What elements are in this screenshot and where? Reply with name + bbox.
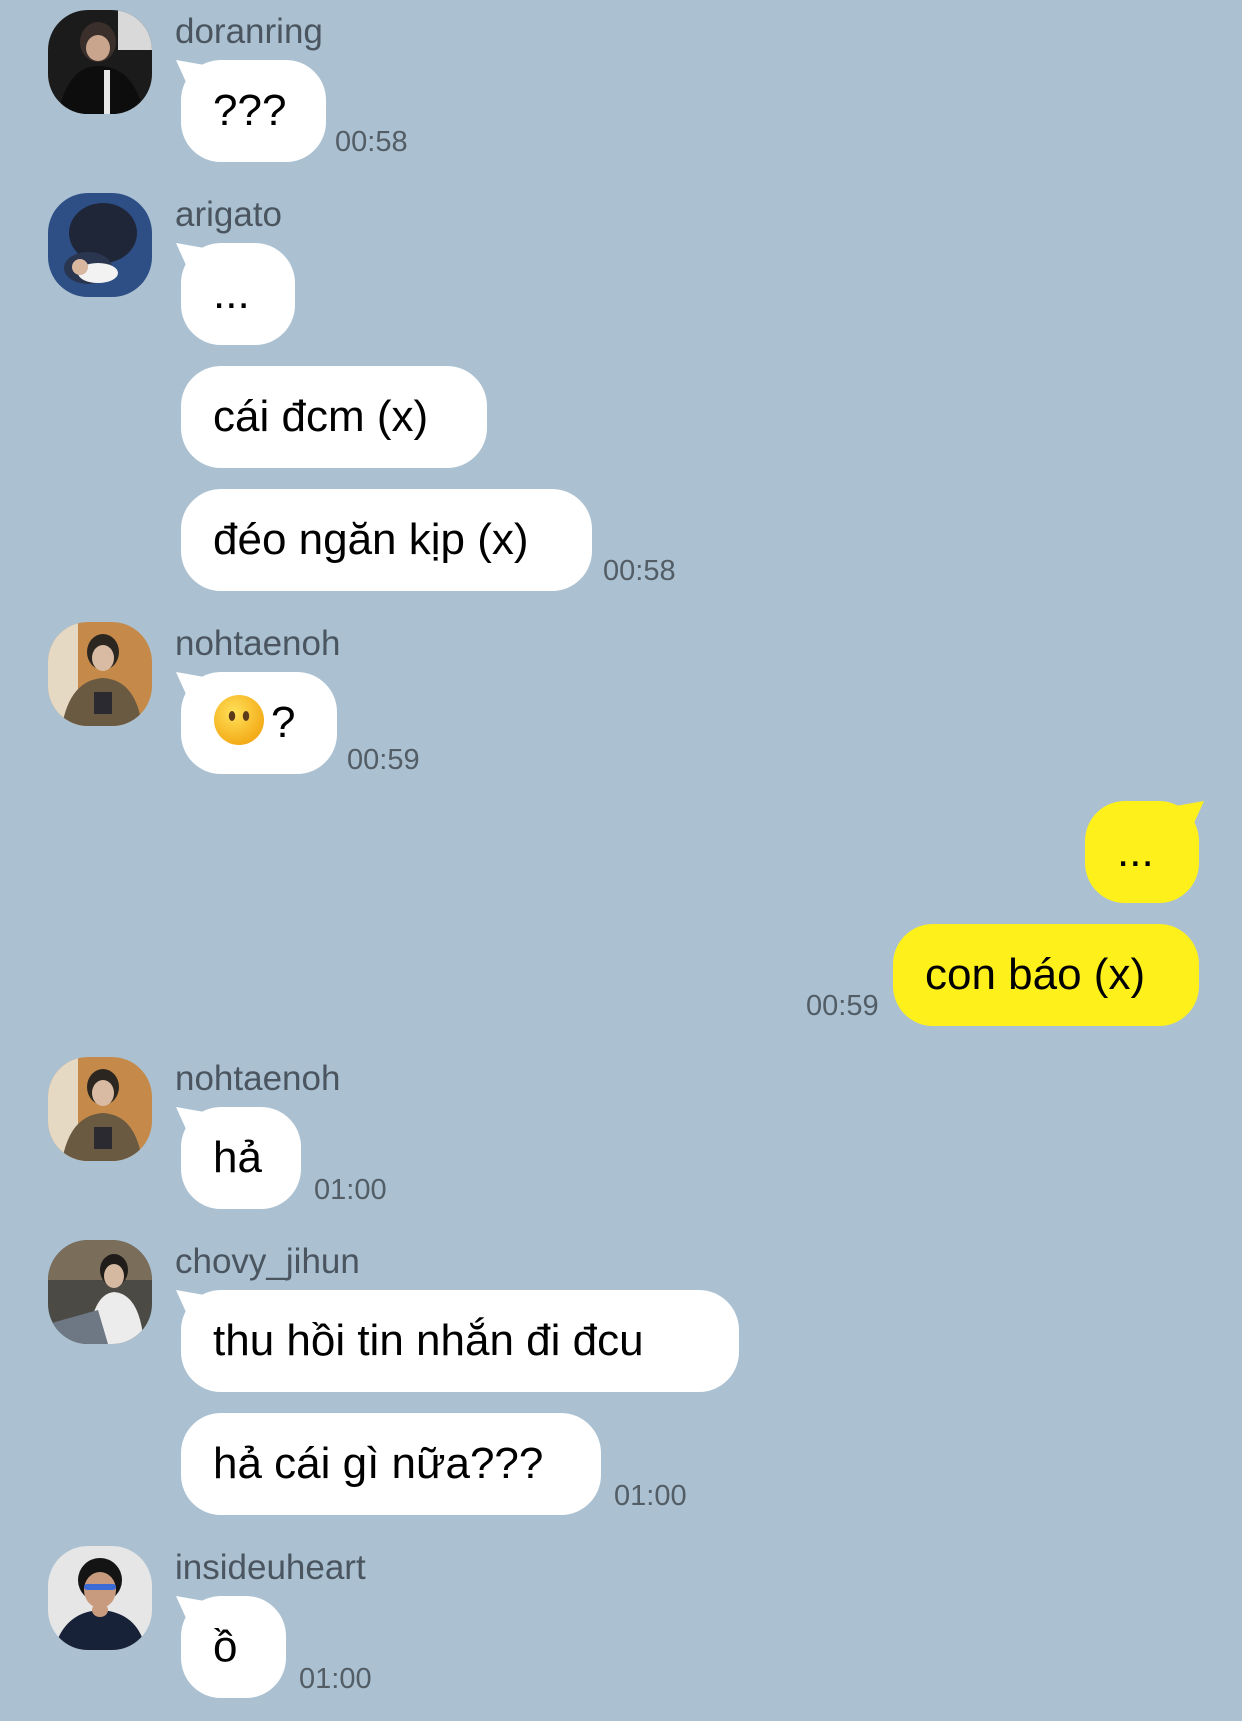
avatar-insideuheart[interactable]	[48, 1546, 152, 1650]
avatar-nohtaenoh[interactable]	[48, 1057, 152, 1161]
message-bubble[interactable]: ???	[181, 60, 326, 162]
sender-name: doranring	[175, 12, 323, 51]
sender-name: chovy_jihun	[175, 1242, 360, 1281]
message-bubble[interactable]: ?	[181, 672, 337, 774]
message-time: 01:00	[299, 1663, 372, 1695]
profile-photo-icon	[48, 1057, 152, 1161]
message-text: ?	[271, 698, 296, 747]
message-time: 00:58	[603, 555, 676, 587]
face-without-mouth-emoji	[214, 695, 264, 745]
profile-photo-icon	[48, 1546, 152, 1650]
avatar-arigato[interactable]	[48, 193, 152, 297]
avatar-doranring[interactable]	[48, 10, 152, 114]
message-bubble[interactable]: thu hồi tin nhắn đi đcu	[181, 1290, 739, 1392]
avatar-chovy_jihun[interactable]	[48, 1240, 152, 1344]
sender-name: nohtaenoh	[175, 624, 341, 663]
message-bubble[interactable]: cái đcm (x)	[181, 366, 487, 468]
sender-name: arigato	[175, 195, 283, 234]
message-time: 00:59	[347, 744, 420, 776]
message-time: 01:00	[614, 1480, 687, 1512]
message-bubble[interactable]: hả	[181, 1107, 301, 1209]
avatar-nohtaenoh[interactable]	[48, 622, 152, 726]
message-time: 00:59	[806, 990, 879, 1022]
profile-photo-icon	[48, 622, 152, 726]
sender-name: insideuheart	[175, 1548, 366, 1587]
message-bubble[interactable]: ...	[181, 243, 295, 345]
my-message-bubble[interactable]: ...	[1085, 801, 1199, 903]
my-message-bubble[interactable]: con báo (x)	[893, 924, 1199, 1026]
message-bubble[interactable]: hả cái gì nữa???	[181, 1413, 601, 1515]
message-bubble[interactable]: đéo ngăn kịp (x)	[181, 489, 592, 591]
message-time: 01:00	[314, 1174, 387, 1206]
profile-photo-icon	[48, 1240, 152, 1344]
profile-photo-icon	[48, 193, 152, 297]
message-time: 00:58	[335, 126, 408, 158]
sender-name: nohtaenoh	[175, 1059, 341, 1098]
message-bubble[interactable]: ồ	[181, 1596, 286, 1698]
profile-photo-icon	[48, 10, 152, 114]
